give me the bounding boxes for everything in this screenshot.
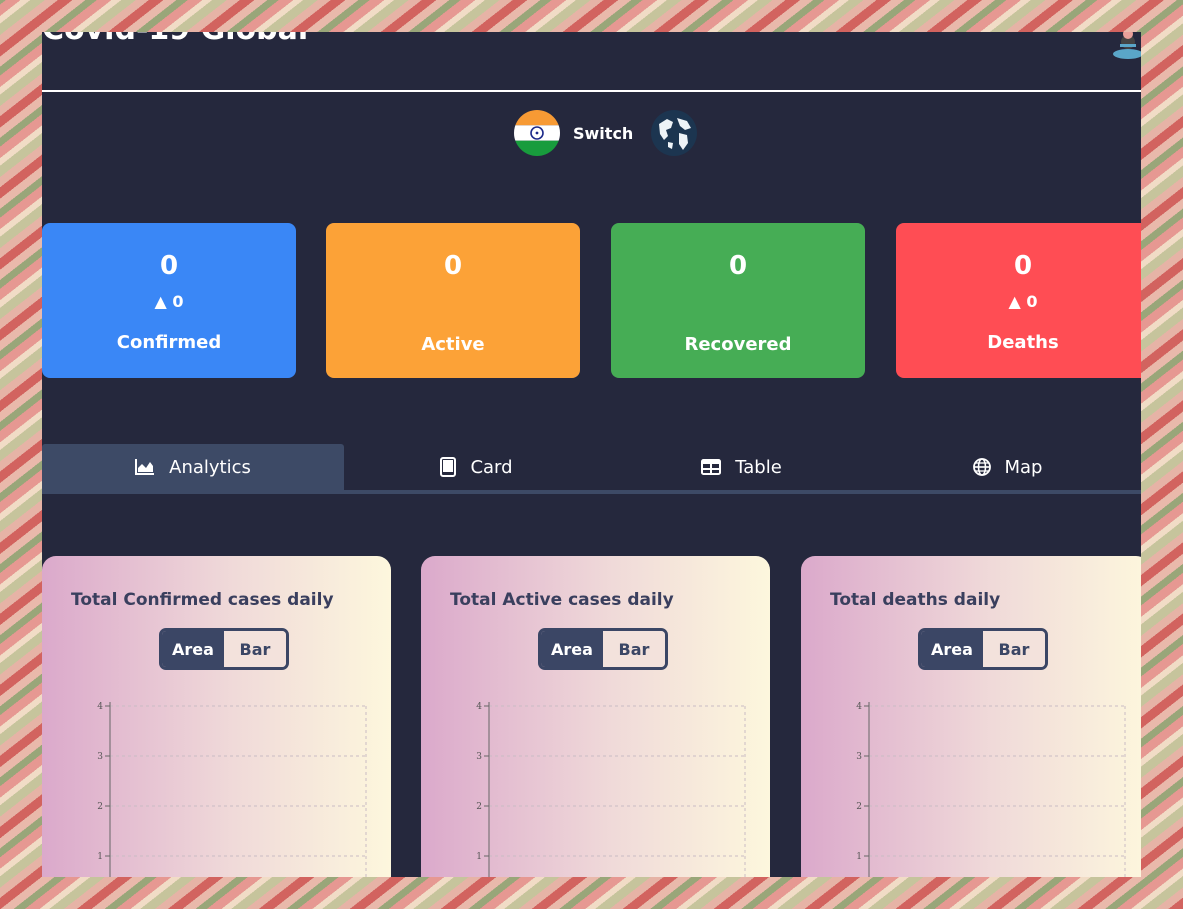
tab-table[interactable]: Table (609, 444, 874, 490)
active-chart: 01234 (476, 702, 746, 877)
tablet-icon (440, 457, 457, 477)
tab-card-label: Card (470, 456, 513, 478)
bar-toggle-button[interactable]: Bar (603, 631, 665, 667)
area-toggle-button[interactable]: Area (162, 631, 224, 667)
globe-icon[interactable] (650, 109, 698, 157)
y-tick-label: 2 (97, 802, 103, 812)
country-switcher[interactable]: Switch (514, 110, 698, 156)
tab-map[interactable]: Map (874, 444, 1141, 490)
stat-card-recovered[interactable]: 0 Recovered (611, 223, 865, 378)
chart-panel-active: Total Active cases daily Area Bar 01234 (421, 556, 770, 877)
bar-toggle-button[interactable]: Bar (983, 631, 1045, 667)
confirmed-chart: 01234 (97, 702, 367, 877)
tab-card[interactable]: Card (344, 444, 609, 490)
india-flag-icon[interactable] (514, 110, 560, 156)
active-label: Active (421, 334, 485, 355)
header-divider (42, 90, 1141, 92)
virus-avatar-icon (1113, 32, 1141, 59)
avatar[interactable] (1111, 32, 1141, 60)
recovered-label: Recovered (684, 334, 792, 355)
y-tick-label: 4 (97, 702, 103, 712)
app-window: Covid-19 Global Switch (42, 32, 1141, 877)
view-tabs: Analytics Card Table Map (42, 444, 1141, 494)
chart-panel-deaths: Total deaths daily Area Bar 01234 (801, 556, 1141, 877)
area-toggle-button[interactable]: Area (541, 631, 603, 667)
deaths-chart: 01234 (856, 702, 1126, 877)
chart-type-toggle: Area Bar (918, 628, 1048, 670)
confirmed-delta: ▲ 0 (154, 292, 184, 311)
chart-type-toggle: Area Bar (159, 628, 289, 670)
tab-analytics-label: Analytics (169, 456, 251, 478)
chart-type-toggle: Area Bar (538, 628, 668, 670)
recovered-count: 0 (728, 251, 748, 281)
y-tick-label: 4 (476, 702, 482, 712)
chart-panel-confirmed: Total Confirmed cases daily Area Bar 012… (42, 556, 391, 877)
deaths-count: 0 (1013, 251, 1033, 281)
y-tick-label: 1 (856, 852, 862, 862)
page-title: Covid-19 Global (42, 32, 308, 47)
y-tick-label: 2 (476, 802, 482, 812)
table-icon (701, 459, 722, 475)
switch-label[interactable]: Switch (573, 124, 633, 143)
y-tick-label: 3 (97, 752, 103, 762)
deaths-label: Deaths (987, 332, 1059, 353)
y-tick-label: 1 (476, 852, 482, 862)
stat-card-deaths[interactable]: 0 ▲ 0 Deaths (896, 223, 1141, 378)
active-count: 0 (443, 251, 463, 281)
y-tick-label: 3 (476, 752, 482, 762)
chart-panel-title: Total Confirmed cases daily (71, 590, 334, 610)
bar-toggle-button[interactable]: Bar (224, 631, 286, 667)
area-chart-icon (135, 459, 155, 475)
tab-map-label: Map (1004, 456, 1043, 478)
y-tick-label: 4 (856, 702, 862, 712)
area-toggle-button[interactable]: Area (921, 631, 983, 667)
tab-analytics[interactable]: Analytics (42, 444, 344, 490)
confirmed-label: Confirmed (116, 332, 222, 353)
chart-panel-title: Total Active cases daily (450, 590, 674, 610)
chart-panel-title: Total deaths daily (830, 590, 1001, 610)
globe-icon (972, 458, 991, 476)
confirmed-count: 0 (159, 251, 179, 281)
stat-card-active[interactable]: 0 Active (326, 223, 580, 378)
y-tick-label: 2 (856, 802, 862, 812)
deaths-delta: ▲ 0 (1008, 292, 1038, 311)
tab-table-label: Table (735, 456, 782, 478)
stat-card-confirmed[interactable]: 0 ▲ 0 Confirmed (42, 223, 296, 378)
y-tick-label: 3 (856, 752, 862, 762)
y-tick-label: 1 (97, 852, 103, 862)
